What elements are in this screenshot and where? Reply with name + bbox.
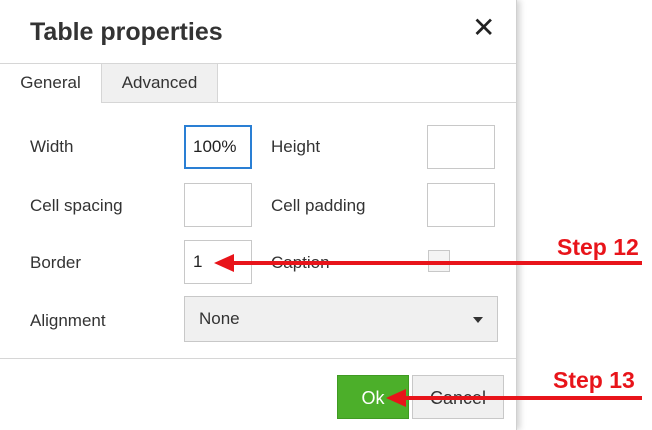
alignment-selected-value: None — [199, 309, 240, 328]
cancel-button[interactable]: Cancel — [412, 375, 504, 419]
tab-bar: General Advanced — [0, 63, 516, 103]
width-field[interactable]: 100% — [184, 125, 252, 169]
screenshot-stage: Table properties ✕ General Advanced Widt… — [0, 0, 652, 430]
cell-padding-field[interactable] — [427, 183, 495, 227]
caption-label: Caption — [271, 253, 330, 272]
step-12-label: Step 12 — [557, 234, 639, 260]
height-label: Height — [271, 137, 321, 156]
chevron-down-icon — [473, 317, 483, 323]
cell-padding-label: Cell padding — [271, 196, 366, 215]
tab-general[interactable]: General — [0, 64, 102, 103]
ok-button[interactable]: Ok — [337, 375, 409, 419]
border-field[interactable]: 1 — [184, 240, 252, 284]
table-properties-dialog: Table properties ✕ General Advanced Widt… — [0, 0, 517, 430]
caption-checkbox[interactable] — [428, 250, 450, 272]
width-label: Width — [30, 137, 74, 156]
tab-advanced[interactable]: Advanced — [102, 64, 218, 102]
dialog-title: Table properties — [30, 18, 223, 46]
close-icon[interactable]: ✕ — [472, 14, 495, 42]
alignment-select[interactable]: None — [184, 296, 498, 342]
cell-spacing-label: Cell spacing — [30, 196, 123, 215]
border-label: Border — [30, 253, 82, 272]
cell-spacing-field[interactable] — [184, 183, 252, 227]
footer-divider — [0, 358, 516, 359]
alignment-label: Alignment — [30, 311, 106, 330]
height-field[interactable] — [427, 125, 495, 169]
step-13-label: Step 13 — [553, 367, 635, 393]
